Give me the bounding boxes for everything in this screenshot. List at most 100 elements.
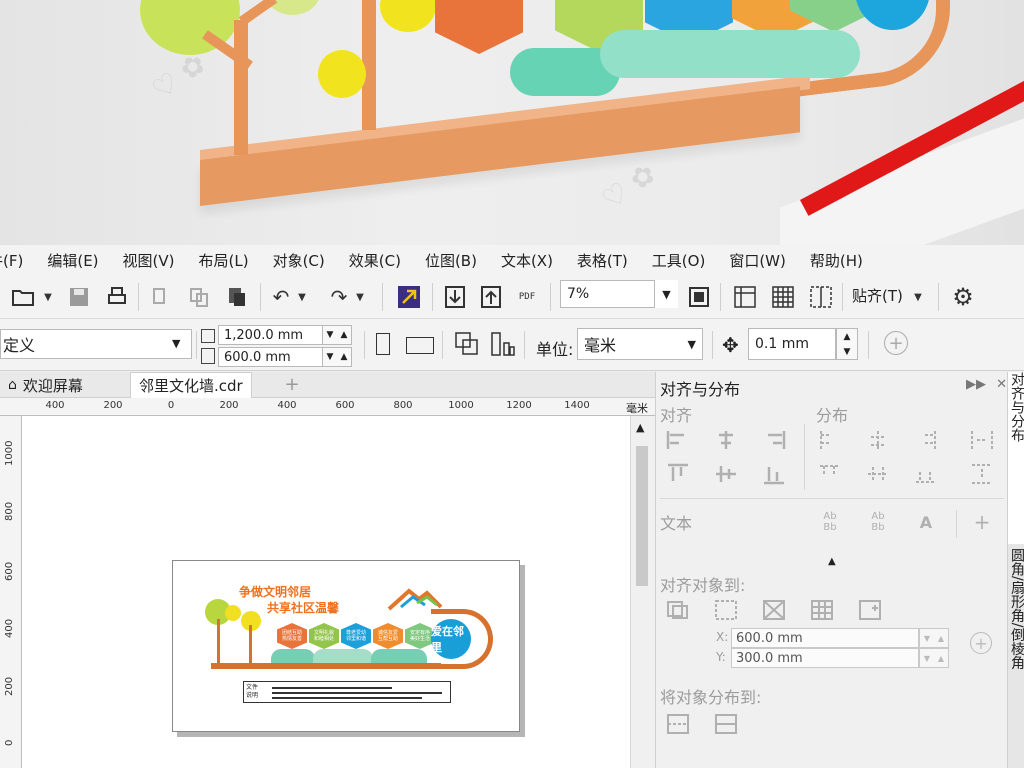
- text-baseline-last-icon[interactable]: Ab Bb: [864, 510, 892, 534]
- text-bounding-box-icon[interactable]: A: [912, 510, 940, 534]
- units-select[interactable]: 毫米 ▼: [577, 328, 703, 360]
- distribute-right-icon[interactable]: [912, 428, 940, 452]
- all-pages-icon[interactable]: [454, 331, 480, 357]
- side-tab-align-distribute[interactable]: 对齐与分布: [1008, 372, 1024, 544]
- align-to-page-edge-icon[interactable]: [760, 598, 788, 622]
- menu-bitmaps[interactable]: 位图(B): [413, 250, 489, 271]
- file-note-box[interactable]: 文件 说明: [243, 681, 451, 703]
- side-tab-label: 圆角/扇形角/倒棱角: [1009, 548, 1024, 670]
- tab-document[interactable]: 邻里文化墙.cdr: [130, 372, 252, 398]
- distribute-middle-icon[interactable]: [864, 462, 892, 486]
- menu-window[interactable]: 窗口(W): [717, 250, 798, 271]
- add-preset-icon[interactable]: +: [884, 331, 908, 355]
- page-height-spinner[interactable]: ▼ ▲: [322, 347, 352, 367]
- ruler-tick: 1400: [564, 400, 590, 411]
- document-page[interactable]: 争做文明邻居 共享社区温馨 团结互助 热情友善 文明礼貌 和睦相处 尊老爱幼 邻…: [172, 560, 520, 732]
- options-gear-icon[interactable]: ⚙: [948, 282, 978, 312]
- align-to-point-icon[interactable]: [856, 598, 884, 622]
- menu-file[interactable]: 件(F): [0, 250, 35, 271]
- open-folder-icon[interactable]: [8, 282, 38, 312]
- menu-edit[interactable]: 编辑(E): [35, 250, 110, 271]
- paste-icon[interactable]: [222, 282, 252, 312]
- y-coordinate-field[interactable]: 300.0 mm: [731, 648, 919, 668]
- collapse-arrow-icon[interactable]: ▲: [828, 556, 836, 567]
- hex-slogan-text: 团结互助 热情友善: [281, 630, 302, 642]
- show-grid-icon[interactable]: [768, 282, 798, 312]
- show-rulers-icon[interactable]: [730, 282, 760, 312]
- import-icon[interactable]: [440, 282, 470, 312]
- zoom-dropdown-icon[interactable]: ▼: [654, 280, 678, 308]
- page-preset-select[interactable]: 定义: [0, 329, 192, 359]
- full-screen-icon[interactable]: [684, 282, 714, 312]
- align-to-active-object-icon[interactable]: [664, 598, 692, 622]
- distribute-to-selection-icon[interactable]: [664, 712, 692, 736]
- show-guidelines-icon[interactable]: [806, 282, 836, 312]
- page-height-field[interactable]: 600.0 mm: [218, 347, 324, 367]
- text-baseline-first-icon[interactable]: Ab Bb: [816, 510, 844, 534]
- distribute-top-icon[interactable]: [816, 462, 844, 486]
- snap-dropdown-icon[interactable]: ▼: [910, 282, 926, 312]
- menu-table[interactable]: 表格(T): [565, 250, 640, 271]
- align-right-icon[interactable]: [760, 428, 788, 452]
- align-to-selection-icon[interactable]: [712, 598, 740, 622]
- open-dropdown-icon[interactable]: ▼: [40, 282, 56, 312]
- units-dropdown-icon[interactable]: ▼: [688, 338, 696, 351]
- menu-view[interactable]: 视图(V): [111, 250, 187, 271]
- cut-icon[interactable]: [146, 282, 176, 312]
- align-center-horizontal-icon[interactable]: [712, 428, 740, 452]
- scroll-up-icon[interactable]: ▲: [636, 421, 644, 434]
- side-tab-fillet[interactable]: 圆角/扇形角/倒棱角: [1008, 548, 1024, 768]
- align-bottom-icon[interactable]: [760, 462, 788, 486]
- current-page-icon[interactable]: [490, 331, 516, 357]
- y-coordinate-spinner[interactable]: ▼ ▲: [919, 648, 949, 668]
- docker-expand-icon[interactable]: ▶▶: [966, 377, 986, 392]
- align-left-icon[interactable]: [664, 428, 692, 452]
- menu-tools[interactable]: 工具(O): [640, 250, 718, 271]
- undo-icon[interactable]: ↶: [266, 282, 296, 312]
- page-preset-dropdown-icon[interactable]: ▼: [172, 337, 180, 350]
- x-coordinate-spinner[interactable]: ▼ ▲: [919, 628, 949, 648]
- distribute-to-page-icon[interactable]: [712, 712, 740, 736]
- page-width-field[interactable]: 1,200.0 mm: [218, 325, 324, 345]
- align-center-vertical-icon[interactable]: [712, 462, 740, 486]
- align-to-grid-icon[interactable]: [808, 598, 836, 622]
- snap-to-button[interactable]: 贴齐(T): [852, 285, 903, 306]
- vertical-ruler[interactable]: 1000 800 600 400 200 0: [0, 416, 22, 768]
- distribute-center-icon[interactable]: [864, 428, 892, 452]
- copy-icon[interactable]: [184, 282, 214, 312]
- portrait-icon[interactable]: [376, 333, 390, 355]
- horizontal-ruler[interactable]: 400 200 0 200 400 600 800 1000 1200 1400: [0, 398, 655, 416]
- drawing-canvas[interactable]: 争做文明邻居 共享社区温馨 团结互助 热情友善 文明礼貌 和睦相处 尊老爱幼 邻…: [22, 416, 630, 768]
- print-icon[interactable]: [102, 282, 132, 312]
- menu-help[interactable]: 帮助(H): [798, 250, 875, 271]
- distribute-bottom-icon[interactable]: [912, 462, 940, 486]
- vertical-scrollbar[interactable]: ▲: [630, 416, 652, 768]
- export-icon[interactable]: [476, 282, 506, 312]
- nudge-spinner[interactable]: ▲ ▼: [836, 328, 858, 360]
- culture-wall-artwork[interactable]: 争做文明邻居 共享社区温馨 团结互助 热情友善 文明礼貌 和睦相处 尊老爱幼 邻…: [201, 579, 493, 689]
- page-width-spinner[interactable]: ▼ ▲: [322, 325, 352, 345]
- publish-pdf-icon[interactable]: PDF: [512, 282, 542, 312]
- scrollbar-thumb[interactable]: [636, 446, 648, 586]
- landscape-icon[interactable]: [406, 337, 434, 354]
- menu-object[interactable]: 对象(C): [261, 250, 337, 271]
- new-tab-icon[interactable]: +: [282, 374, 302, 395]
- distribute-spacing-horizontal-icon[interactable]: [968, 428, 996, 452]
- distribute-left-icon[interactable]: [816, 428, 844, 452]
- pick-point-icon[interactable]: +: [970, 632, 992, 654]
- nudge-distance-field[interactable]: 0.1 mm: [748, 328, 836, 360]
- undo-dropdown-icon[interactable]: ▼: [294, 282, 310, 312]
- menu-text[interactable]: 文本(X): [489, 250, 565, 271]
- x-coordinate-field[interactable]: 600.0 mm: [731, 628, 919, 648]
- align-top-icon[interactable]: [664, 462, 692, 486]
- tab-welcome-screen[interactable]: ⌂ 欢迎屏幕: [0, 372, 91, 398]
- text-outline-icon[interactable]: +: [968, 510, 996, 534]
- redo-dropdown-icon[interactable]: ▼: [352, 282, 368, 312]
- menu-effects[interactable]: 效果(C): [337, 250, 413, 271]
- menu-layout[interactable]: 布局(L): [187, 250, 261, 271]
- corel-connect-icon[interactable]: [394, 282, 424, 312]
- redo-icon[interactable]: ↷: [324, 282, 354, 312]
- docker-close-icon[interactable]: ✕: [996, 377, 1007, 392]
- distribute-spacing-vertical-icon[interactable]: [968, 462, 996, 486]
- save-icon[interactable]: [64, 282, 94, 312]
